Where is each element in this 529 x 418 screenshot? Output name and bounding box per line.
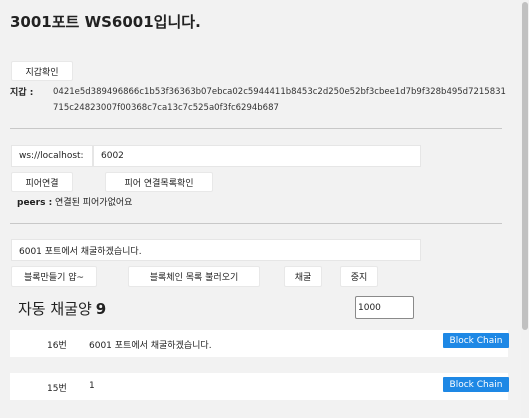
scrollbar[interactable] [521, 0, 529, 418]
peer-connect-button[interactable]: 피어연결 [11, 172, 73, 192]
mining-message-input[interactable]: 6001 포트에서 채굴하겠습니다. [11, 239, 421, 261]
divider [10, 128, 502, 129]
peer-list-button[interactable]: 피어 연결목록확인 [105, 172, 213, 192]
block-chain-button[interactable]: Block Chain [443, 333, 509, 348]
stop-button[interactable]: 중지 [340, 266, 378, 287]
auto-mining-label: 자동 채굴양 9 [18, 298, 106, 319]
scrollbar-thumb[interactable] [522, 2, 528, 330]
load-chain-button[interactable]: 블록체인 목록 불러오기 [128, 266, 260, 287]
peers-label: peers : [17, 198, 53, 208]
block-row: 16번 6001 포트에서 채굴하겠습니다. [10, 330, 508, 357]
ws-url-prefix: ws://localhost: [11, 145, 93, 167]
block-row: 15번 1 [10, 373, 508, 400]
block-index: 15번 [47, 384, 67, 394]
page-title: 3001포트 WS6001입니다. [10, 13, 201, 31]
wallet-check-button[interactable]: 지갑확인 [11, 61, 73, 81]
auto-mining-input[interactable]: 1000 [355, 296, 414, 319]
peers-status-text: 연결된 피어가없어요 [52, 198, 133, 208]
peer-port-input[interactable]: 6002 [93, 145, 421, 167]
block-data: 6001 포트에서 채굴하겠습니다. [89, 341, 212, 351]
auto-mining-text: 자동 채굴양 [18, 300, 92, 318]
block-chain-button[interactable]: Block Chain [443, 377, 509, 392]
auto-mining-count: 9 [95, 300, 107, 318]
divider [10, 223, 502, 224]
wallet-address: 0421e5d389496866c1b53f36363b07ebca02c594… [53, 87, 506, 113]
mine-button[interactable]: 채굴 [284, 266, 322, 287]
make-block-button[interactable]: 블록만들기 얍~ [11, 266, 97, 287]
peers-status: peers : 연결된 피어가없어요 [17, 195, 132, 208]
block-data: 1 [89, 381, 95, 391]
wallet-label: 지갑 : [10, 88, 34, 98]
block-index: 16번 [47, 341, 67, 351]
